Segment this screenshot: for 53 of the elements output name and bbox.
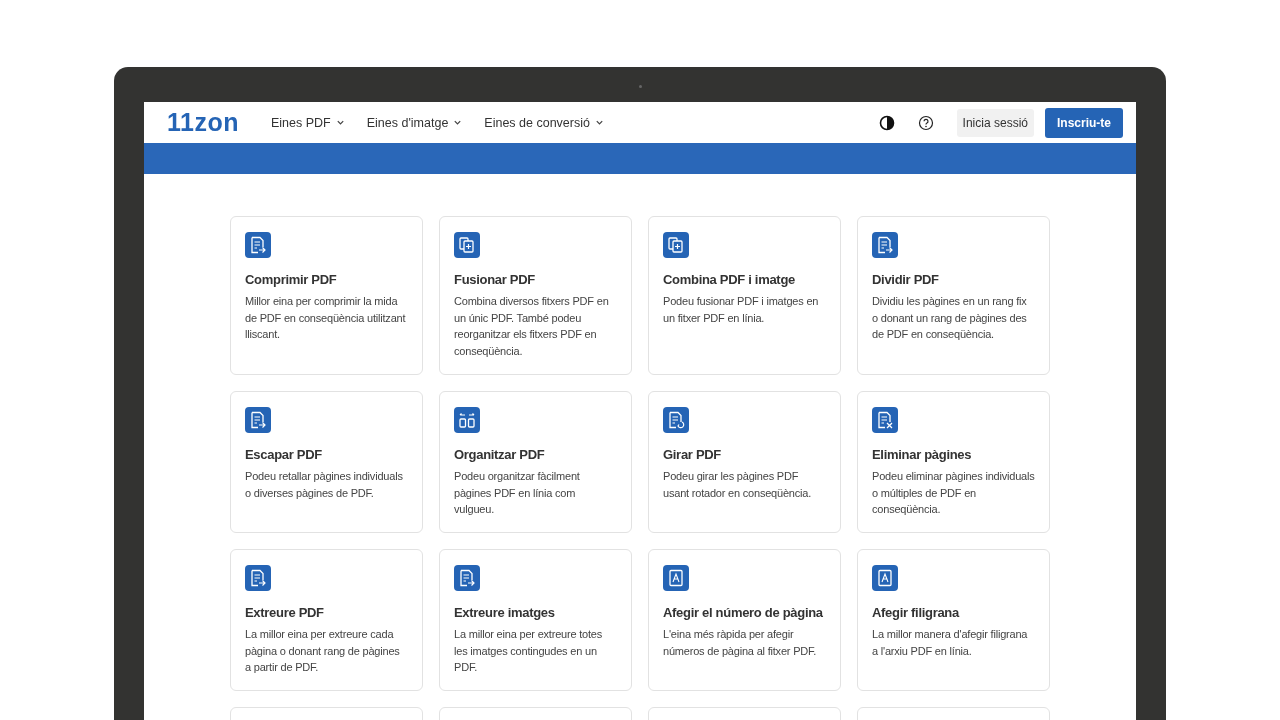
login-button[interactable]: Inicia sessió (956, 108, 1034, 137)
card-title: Eliminar pàgines (872, 447, 973, 462)
tool-card[interactable]: Escapar PDF Podeu retallar pàgines individuals o diverses pàgines de PDF. (230, 391, 423, 533)
card-title: Comprimir PDF (245, 272, 338, 287)
card-title: Fusionar PDF (454, 272, 536, 287)
card-description: La millor eina per extreure totes les imatges contingudes en un PDF. (454, 627, 604, 675)
signup-button[interactable]: Inscriu-te (1045, 107, 1123, 138)
card-description: Podeu girar les pàgines PDF usant rotador en conseqüència. (663, 469, 813, 501)
card-description: Combina diversos fitxers PDF en un únic PDF. També podeu reorganitzar els fitxers PDF en conseqüència. (454, 294, 610, 359)
help-icon[interactable] (917, 114, 934, 131)
card-title: Escapar PDF (245, 447, 323, 462)
merge-icon (454, 232, 480, 258)
card-description: Podeu organitzar fàcilment pàgines PDF en línia com vulgueu. (454, 469, 581, 517)
logo[interactable]: 11zon (167, 108, 239, 137)
tool-card[interactable]: Comprimir PDF Millor eina per comprimir la mida de PDF en conseqüència utilitzant lliscant. (230, 216, 423, 375)
tool-card[interactable]: Extreure imatges La millor eina per extreure totes les imatges contingudes en un PDF. (439, 549, 632, 691)
card-title: Organitzar PDF (454, 447, 546, 462)
tool-card[interactable]: Fusionar PDF Combina diversos fitxers PDF en un únic PDF. També podeu reorganitzar els fitxers PDF en conseqüència. (439, 216, 632, 375)
tool-card[interactable]: Eliminar pàgines Podeu eliminar pàgines individuals o múltiples de PDF en conseqüència. (857, 391, 1050, 533)
tool-card[interactable]: Dividir PDF Dividiu les pàgines en un rang fix o donant un rang de pàgines des de PDF en conseqüència. (857, 216, 1050, 375)
card-title: Girar PDF (663, 447, 722, 462)
tool-card[interactable]: Afegir filigrana La millor manera d'afegir filigrana a l'arxiu PDF en línia. (857, 549, 1050, 691)
contrast-icon[interactable] (878, 114, 895, 131)
card-title: Dividir PDF (872, 272, 940, 287)
card-description: L'eina més ràpida per afegir números de pàgina al fitxer PDF. (663, 627, 818, 659)
card-description: Podeu retallar pàgines individuals o diverses pàgines de PDF. (245, 469, 404, 501)
tool-card[interactable]: Afegir el número de pàgina L'eina més ràpida per afegir números de pàgina al fitxer PDF. (648, 549, 841, 691)
nav-menu[interactable]: Eines d'imatge (360, 111, 469, 134)
chevron-down-icon (335, 118, 345, 127)
card-title: Extreure imatges (454, 605, 556, 620)
card-description: Podeu fusionar PDF i imatges en un fitxer PDF en línia. (663, 294, 820, 326)
tool-card[interactable]: Girar PDF Podeu girar les pàgines PDF usant rotador en conseqüència. (648, 391, 841, 533)
nav-menu[interactable]: Eines de conversió (478, 111, 610, 134)
tool-card[interactable]: Extreure PDF La millor eina per extreure cada pàgina o donant rang de pàgines a partir de PDF. (230, 549, 423, 691)
card-title: Afegir filigrana (872, 605, 961, 620)
card-title: Afegir el número de pàgina (663, 605, 824, 620)
document-rotate-icon (663, 407, 689, 433)
tool-card[interactable]: Combina PDF i imatge Podeu fusionar PDF i imatges en un fitxer PDF en línia. (648, 216, 841, 375)
card-description: Dividiu les pàgines en un rang fix o donant un rang de pàgines des de PDF en conseqüència. (872, 294, 1028, 342)
card-description: Millor eina per comprimir la mida de PDF en conseqüència utilitzant lliscant. (245, 294, 407, 342)
card-description: Podeu eliminar pàgines individuals o múltiples de PDF en conseqüència. (872, 469, 1035, 517)
chevron-down-icon (453, 118, 463, 127)
lettered-page-icon (872, 565, 898, 591)
card-description: La millor eina per extreure cada pàgina o donant rang de pàgines a partir de PDF. (245, 627, 401, 675)
card-title: Combina PDF i imatge (663, 272, 796, 287)
tool-card[interactable]: Organitzar PDF Podeu organitzar fàcilment pàgines PDF en línia com vulgueu. (439, 391, 632, 533)
arrows-grid-icon (454, 407, 480, 433)
card-title: Extreure PDF (245, 605, 325, 620)
chevron-down-icon (594, 118, 604, 127)
card-description: La millor manera d'afegir filigrana a l'arxiu PDF en línia. (872, 627, 1029, 659)
camera-dot (639, 85, 642, 88)
document-x-icon (872, 407, 898, 433)
nav-menu[interactable]: Eines PDF (265, 111, 351, 134)
